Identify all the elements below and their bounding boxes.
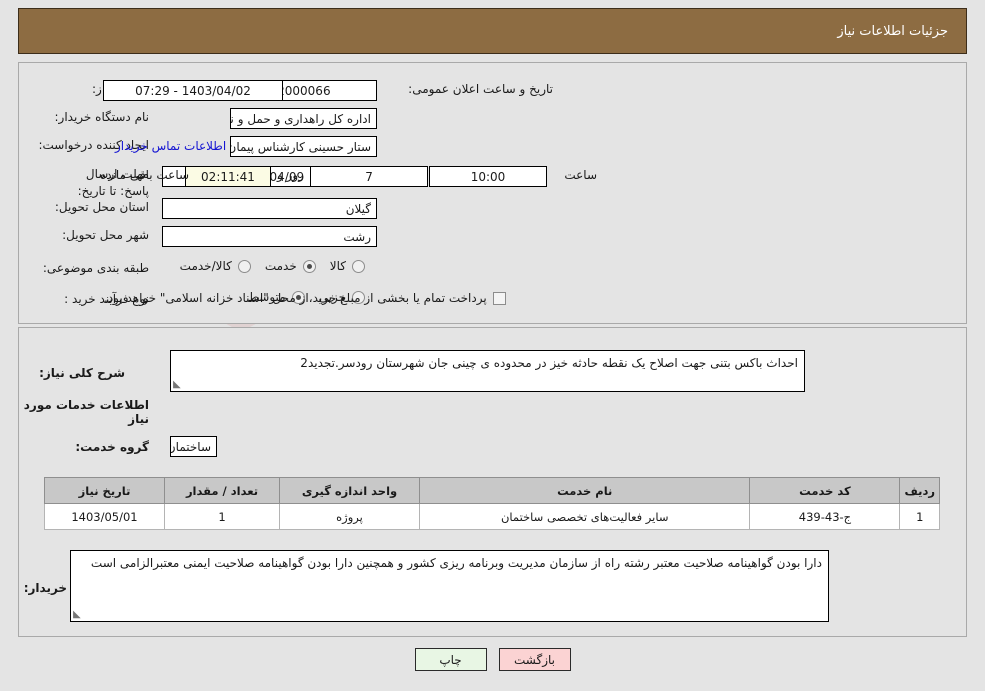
col-name: نام خدمت xyxy=(418,477,751,504)
description-label: شرح کلی نیاز: xyxy=(39,366,125,380)
cell-name: سایر فعالیت‌های تخصصی ساختمان xyxy=(418,503,751,530)
category-label: طبقه بندی موضوعی: xyxy=(42,261,149,275)
resize-grip-icon[interactable]: ◢ xyxy=(73,609,83,620)
radio-icon[interactable] xyxy=(352,259,365,273)
treasury-note: پرداخت تمام یا بخشی از مبلغ خرید،از محل … xyxy=(104,291,487,305)
buyer-org-field[interactable]: اداره کل راهداری و حمل و نقل جاده ای است… xyxy=(230,108,377,129)
radio-icon[interactable] xyxy=(237,259,251,273)
category-option-label: خدمت xyxy=(264,259,297,273)
col-code: کد خدمت xyxy=(749,477,901,504)
hour-label: ساعت xyxy=(564,168,597,182)
buyer-notes-textarea[interactable]: دارا بودن گواهینامه صلاحیت معتبر رشته را… xyxy=(70,550,829,622)
back-button[interactable]: بازگشت xyxy=(498,648,571,671)
cell-quantity: 1 xyxy=(164,503,280,530)
col-unit: واحد اندازه گیری xyxy=(279,477,420,504)
hour-value: 10:00 xyxy=(470,169,506,184)
announce-datetime-field[interactable]: 1403/04/02 - 07:29 xyxy=(103,80,283,101)
category-option-label: کالا/خدمت xyxy=(179,259,232,273)
days-label-row: روز و xyxy=(277,168,304,182)
table-header-row: ردیف کد خدمت نام خدمت واحد اندازه گیری ت… xyxy=(44,477,940,504)
announce-datetime-label: تاریخ و ساعت اعلان عمومی: xyxy=(408,82,553,96)
hour-field[interactable]: 10:00 xyxy=(429,166,547,187)
treasury-note-row: پرداخت تمام یا بخشی از مبلغ خرید،از محل … xyxy=(104,291,506,305)
buyer-contact-link[interactable]: اطلاعات تماس خریدار xyxy=(115,139,226,153)
requester-field[interactable]: ستار حسینی کارشناس پیمان ورسیدگی اداره ک… xyxy=(230,136,377,157)
service-group-value: ساختمان xyxy=(170,439,211,454)
province-label-row: استان محل تحویل: xyxy=(55,200,149,214)
radio-icon-selected[interactable] xyxy=(302,259,316,273)
days-value: 7 xyxy=(365,169,373,184)
announce-datetime-value: 1403/04/02 - 07:29 xyxy=(135,83,251,98)
col-quantity: تعداد / مقدار xyxy=(164,477,280,504)
page-root: جزئیات اطلاعات نیاز AriaTender.net شماره… xyxy=(0,0,985,691)
description-textarea[interactable]: احداث باکس بتنی جهت اصلاح یک نقطه حادثه … xyxy=(170,350,805,392)
services-table: ردیف کد خدمت نام خدمت واحد اندازه گیری ت… xyxy=(44,477,940,530)
service-group-label-row: گروه خدمت: xyxy=(75,440,149,454)
countdown-timer-value: 02:11:41 xyxy=(201,169,255,184)
print-button[interactable]: چاپ xyxy=(414,648,487,671)
city-label: شهر محل تحویل: xyxy=(62,228,149,242)
col-need-date: تاریخ نیاز xyxy=(44,477,165,504)
city-field[interactable]: رشت xyxy=(162,226,377,247)
need-info-panel xyxy=(18,62,967,324)
province-value: گیلان xyxy=(345,201,371,216)
table-row[interactable]: 1 ج-43-439 سایر فعالیت‌های تخصصی ساختمان… xyxy=(44,503,940,530)
buyer-notes-value: دارا بودن گواهینامه صلاحیت معتبر رشته را… xyxy=(90,556,822,570)
action-button-bar: بازگشت چاپ xyxy=(0,648,985,671)
province-label: استان محل تحویل: xyxy=(54,200,149,214)
page-title: جزئیات اطلاعات نیاز xyxy=(837,23,948,39)
description-label-row: شرح کلی نیاز: xyxy=(39,366,125,380)
col-index: ردیف xyxy=(899,477,940,504)
city-label-row: شهر محل تحویل: xyxy=(62,228,149,242)
category-option-kala[interactable]: کالا xyxy=(330,259,365,273)
category-option-label: کالا xyxy=(329,259,346,273)
province-field[interactable]: گیلان xyxy=(162,198,377,219)
category-radio-group: کالا خدمت کالا/خدمت xyxy=(166,259,365,273)
category-label-row: طبقه بندی موضوعی: xyxy=(43,261,149,275)
remaining-label: ساعت باقی مانده xyxy=(100,168,190,182)
city-value: رشت xyxy=(343,229,371,244)
services-section-title: اطلاعات خدمات مورد نیاز xyxy=(23,398,149,426)
description-value: احداث باکس بتنی جهت اصلاح یک نقطه حادثه … xyxy=(300,356,798,370)
cell-need-date: 1403/05/01 xyxy=(44,503,165,530)
days-label: روز و xyxy=(277,168,304,182)
announce-datetime-label-row: تاریخ و ساعت اعلان عمومی: xyxy=(408,82,553,96)
remaining-label-row: ساعت باقی مانده xyxy=(100,168,189,182)
service-group-field[interactable]: ساختمان xyxy=(170,436,217,457)
hour-label-row: ساعت xyxy=(564,168,597,182)
category-option-kala-khedmat[interactable]: کالا/خدمت xyxy=(180,259,251,273)
buyer-org-value: اداره کل راهداری و حمل و نقل جاده ای است… xyxy=(230,111,371,126)
buyer-org-label: نام دستگاه خریدار: xyxy=(54,110,150,124)
resize-grip-icon[interactable]: ◢ xyxy=(173,379,183,390)
service-group-label: گروه خدمت: xyxy=(75,440,149,454)
days-field[interactable]: 7 xyxy=(310,166,428,187)
countdown-timer-field: 02:11:41 xyxy=(185,166,271,187)
cell-index: 1 xyxy=(899,503,940,530)
treasury-checkbox[interactable] xyxy=(492,291,506,305)
cell-code: ج-43-439 xyxy=(749,503,901,530)
page-header: جزئیات اطلاعات نیاز xyxy=(18,8,967,54)
cell-unit: پروژه xyxy=(279,503,420,530)
category-option-khedmat[interactable]: خدمت xyxy=(265,259,316,273)
buyer-org-label-row: نام دستگاه خریدار: xyxy=(55,110,150,124)
requester-value: ستار حسینی کارشناس پیمان ورسیدگی اداره ک… xyxy=(230,139,371,154)
